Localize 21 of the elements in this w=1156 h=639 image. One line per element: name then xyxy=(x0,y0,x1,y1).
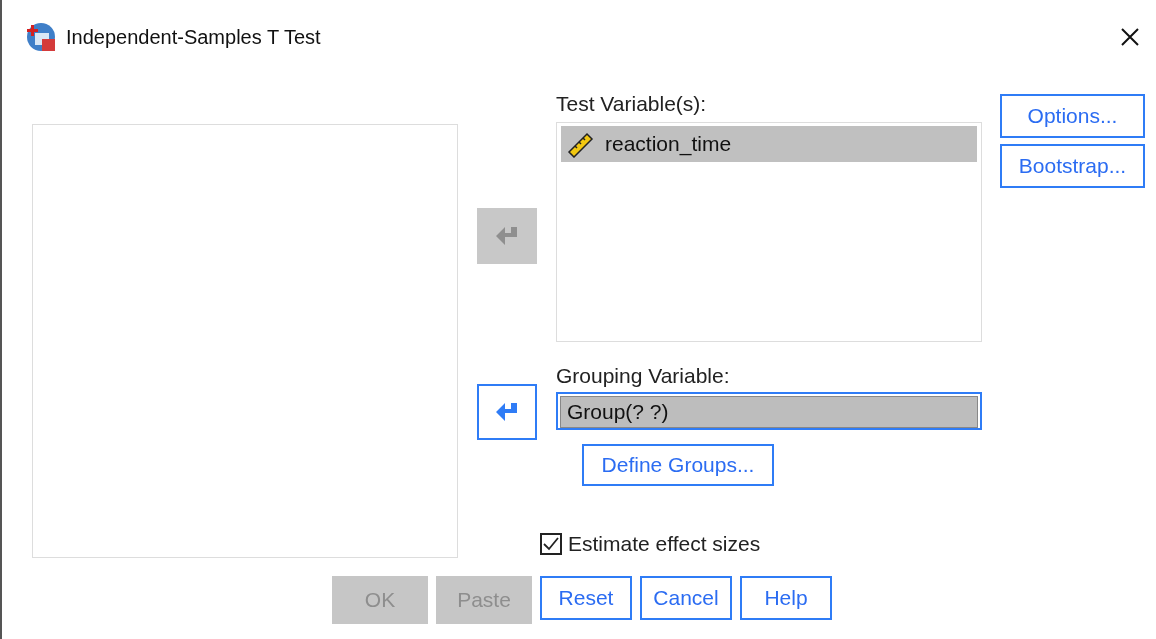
effect-sizes-checkbox[interactable]: Estimate effect sizes xyxy=(540,530,982,558)
bootstrap-button[interactable]: Bootstrap... xyxy=(1000,144,1145,188)
dialog-button[interactable]: Cancel xyxy=(640,576,732,620)
variable-name: reaction_time xyxy=(605,132,732,156)
test-variable-list[interactable]: reaction_time xyxy=(556,122,982,342)
ruler-icon xyxy=(567,130,595,158)
define-groups-button[interactable]: Define Groups... xyxy=(582,444,774,486)
app-icon xyxy=(26,21,58,53)
dialog-button[interactable]: Help xyxy=(740,576,832,620)
arrow-icon xyxy=(495,401,519,423)
close-icon xyxy=(1120,27,1140,47)
arrow-icon xyxy=(495,225,519,247)
dialog-button[interactable]: Reset xyxy=(540,576,632,620)
window-title: Independent-Samples T Test xyxy=(66,25,322,49)
check-icon xyxy=(543,537,559,551)
grouping-variable-field[interactable]: Group(? ?) xyxy=(556,392,982,430)
grouping-variable-label: Grouping Variable: xyxy=(556,363,731,389)
options-button[interactable]: Options... xyxy=(1000,94,1145,138)
test-variables-label: Test Variable(s): xyxy=(556,91,708,117)
move-button[interactable] xyxy=(477,384,537,440)
variable-item[interactable]: reaction_time xyxy=(561,126,977,162)
